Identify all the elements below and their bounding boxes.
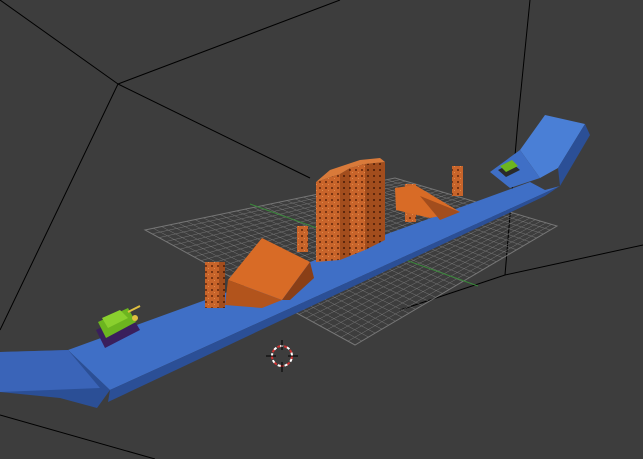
small-ramp [395,185,460,220]
3d-cursor-icon[interactable] [266,340,298,372]
crate-stack-left [205,262,225,308]
scene-canvas[interactable] [0,0,643,459]
crate-stack-mid [297,226,308,252]
3d-viewport[interactable] [0,0,643,459]
